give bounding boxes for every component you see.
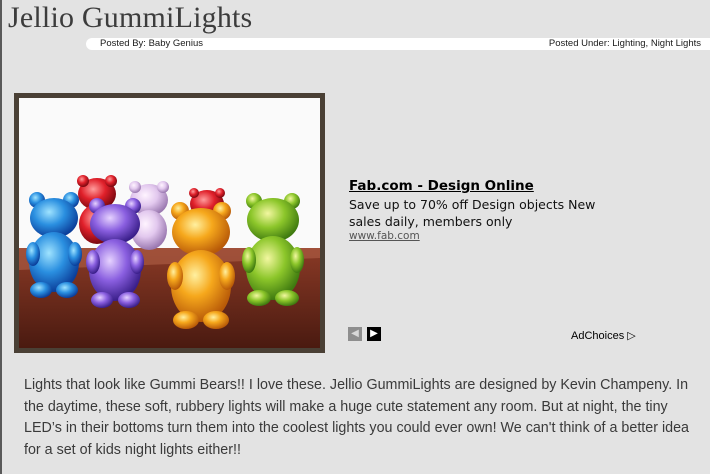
posted-by-label[interactable]: Posted By: Baby Genius bbox=[100, 38, 203, 50]
post-meta-bar: Posted By: Baby Genius Posted Under: Lig… bbox=[86, 38, 710, 50]
ad-choices-link[interactable]: AdChoices ▷ bbox=[571, 329, 636, 342]
post-image-frame bbox=[14, 93, 325, 353]
posted-under-label[interactable]: Posted Under: Lighting, Night Lights bbox=[549, 38, 701, 50]
ad-title-link[interactable]: Fab.com - Design Online bbox=[349, 178, 534, 194]
ad-url-link[interactable]: www.fab.com bbox=[349, 230, 420, 242]
post-body: Lights that look like Gummi Bears!! I lo… bbox=[24, 377, 689, 458]
gummi-bear-lights-photo bbox=[19, 98, 320, 348]
chevron-left-icon: ◀ bbox=[351, 328, 359, 339]
ad-choices-label: AdChoices bbox=[571, 330, 625, 342]
ad-prev-button[interactable]: ◀ bbox=[348, 327, 362, 341]
ad-description: Save up to 70% off Design objects New sa… bbox=[349, 197, 596, 229]
chevron-right-icon: ▶ bbox=[370, 328, 378, 339]
page-left-border bbox=[0, 0, 2, 474]
play-outline-icon: ▷ bbox=[627, 330, 636, 342]
ad-next-button[interactable]: ▶ bbox=[367, 327, 381, 341]
post-title[interactable]: Jellio GummiLights bbox=[8, 1, 252, 35]
